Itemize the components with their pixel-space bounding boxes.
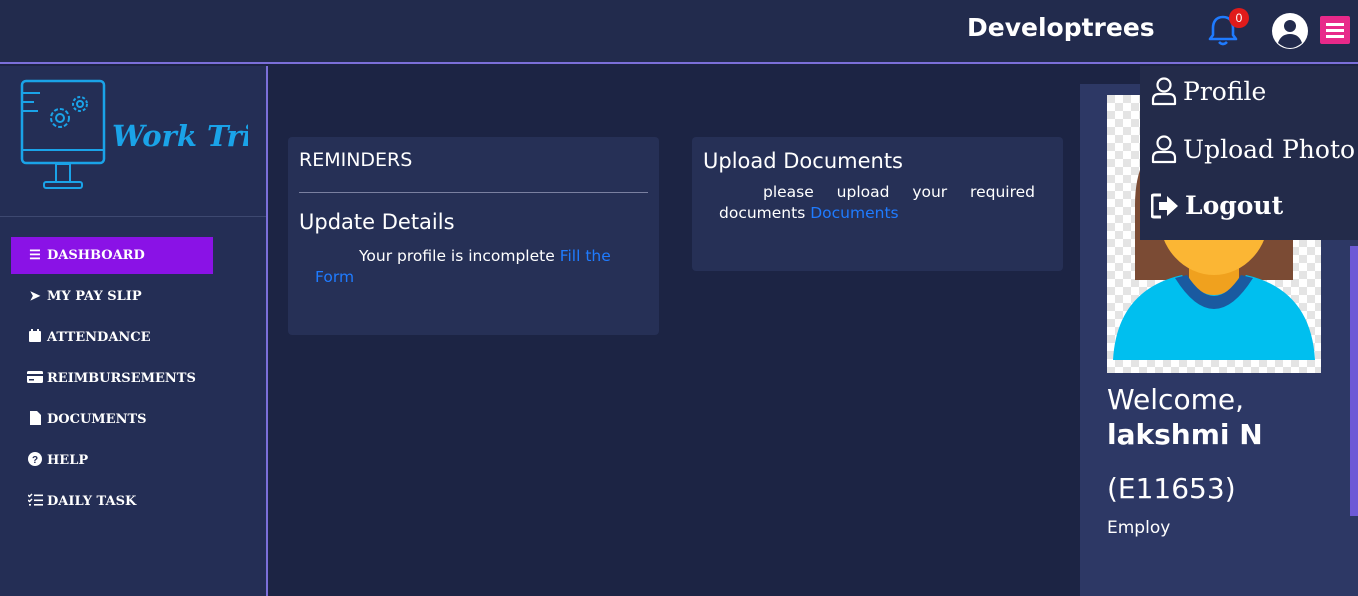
user-circle-icon[interactable]: [1271, 12, 1309, 50]
sidebar-item-label: DOCUMENTS: [47, 412, 147, 427]
sidebar-item-label: ATTENDANCE: [47, 330, 151, 345]
logo-divider: [0, 216, 266, 217]
dropdown-upload-photo-label: Upload Photo: [1183, 134, 1356, 164]
sidebar-item-label: HELP: [47, 453, 89, 468]
sidebar-item-documents[interactable]: DOCUMENTS: [11, 401, 213, 438]
dropdown-profile-label: Profile: [1183, 76, 1267, 106]
update-details-heading: Update Details: [299, 210, 455, 234]
dropdown-logout[interactable]: Logout: [1151, 191, 1283, 220]
welcome-label: Welcome,: [1107, 383, 1244, 416]
user-name: lakshmi N: [1107, 418, 1263, 451]
sidebar-item-attendance[interactable]: ATTENDANCE: [11, 319, 213, 356]
sidebar-item-label: MY PAY SLIP: [47, 289, 142, 304]
hamburger-menu-button[interactable]: [1320, 16, 1350, 44]
tasks-icon: [26, 493, 43, 510]
user-role: Employ: [1107, 518, 1171, 538]
employee-code: (E11653): [1107, 472, 1236, 505]
sign-out-icon: [1151, 193, 1178, 218]
documents-link[interactable]: Documents: [810, 204, 898, 222]
logo-text: Work Tried: [112, 119, 248, 153]
sidebar: Work Tried ☰ DASHBOARD ➤ MY PAY SLIP ATT…: [0, 66, 268, 596]
reminders-title: REMINDERS: [299, 149, 413, 171]
profile-incomplete-message: Your profile is incomplete Fill the Form: [315, 246, 635, 288]
user-outline-icon: [1151, 135, 1177, 164]
reminder-text: Your profile is incomplete: [359, 247, 555, 265]
user-dropdown-menu: Profile Upload Photo Logout: [1140, 66, 1358, 240]
sidebar-item-label: DASHBOARD: [47, 248, 145, 263]
calendar-icon: [27, 329, 43, 346]
sidebar-nav: ☰ DASHBOARD ➤ MY PAY SLIP ATTENDANCE REI…: [11, 237, 256, 524]
work-tried-logo: Work Tried: [20, 79, 248, 189]
paper-plane-icon: ➤: [29, 289, 41, 304]
sidebar-item-help[interactable]: ? HELP: [11, 442, 213, 479]
notification-badge: 0: [1229, 8, 1249, 28]
top-bar: Developtrees 0: [0, 0, 1358, 64]
sidebar-item-reimbursements[interactable]: REIMBURSEMENTS: [11, 360, 213, 397]
panel-accent-strip: [1350, 246, 1358, 516]
dropdown-profile[interactable]: Profile: [1151, 76, 1266, 106]
dropdown-upload-photo[interactable]: Upload Photo: [1151, 134, 1355, 164]
sidebar-item-label: DAILY TASK: [47, 494, 137, 509]
sidebar-item-my-pay-slip[interactable]: ➤ MY PAY SLIP: [11, 278, 213, 315]
sidebar-item-daily-task[interactable]: DAILY TASK: [11, 483, 213, 520]
svg-text:?: ?: [32, 455, 38, 466]
credit-card-icon: [27, 370, 43, 387]
brand-name: Developtrees: [967, 13, 1155, 42]
reminders-divider: [299, 192, 648, 193]
bars-icon: ☰: [29, 248, 41, 263]
upload-documents-title: Upload Documents: [703, 149, 903, 173]
upload-documents-card: Upload Documents please upload your requ…: [692, 137, 1063, 271]
file-icon: [27, 410, 43, 429]
upload-message: please upload your required documents Do…: [719, 182, 1035, 224]
sidebar-item-dashboard[interactable]: ☰ DASHBOARD: [11, 237, 213, 274]
dropdown-logout-label: Logout: [1185, 191, 1284, 220]
user-outline-icon: [1151, 77, 1177, 106]
sidebar-item-label: REIMBURSEMENTS: [47, 371, 196, 386]
reminders-card: REMINDERS Update Details Your profile is…: [288, 137, 659, 335]
question-circle-icon: ?: [27, 451, 43, 470]
